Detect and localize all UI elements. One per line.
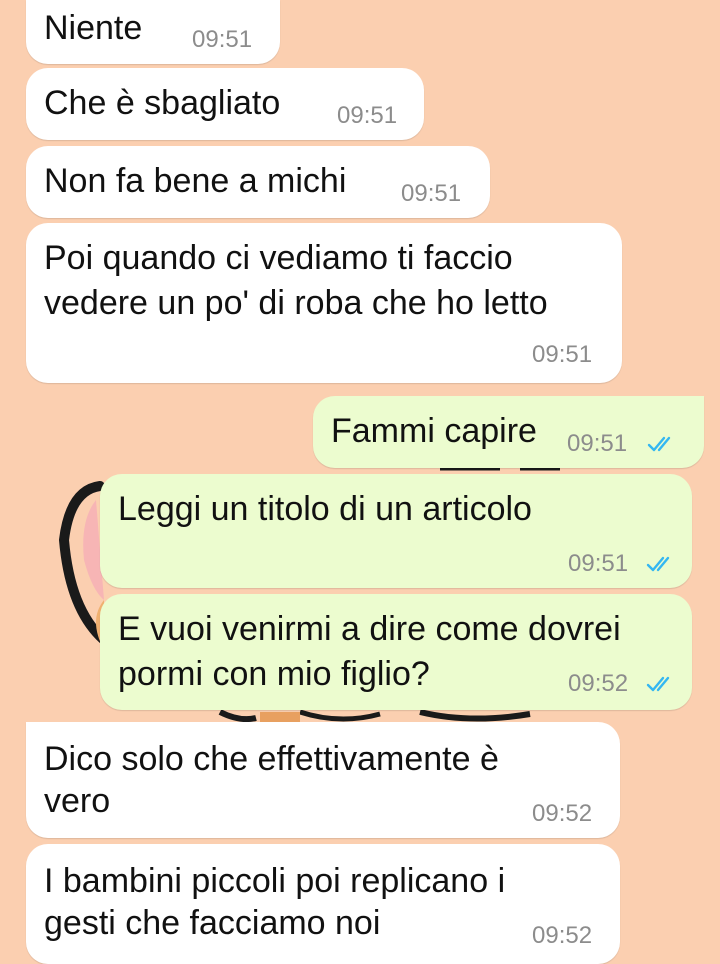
message-incoming[interactable]: Non fa bene a michi 09:51	[26, 146, 490, 218]
message-text: Dico solo che effettivamente è	[44, 740, 499, 778]
read-double-check-icon	[646, 556, 670, 572]
read-double-check-icon	[647, 436, 671, 452]
message-time: 09:52	[532, 800, 593, 827]
message-text: I bambini piccoli poi replicano i	[44, 862, 506, 900]
message-text: Che è sbagliato	[44, 84, 281, 122]
message-text: vero	[44, 782, 111, 820]
message-time: 09:52	[532, 922, 593, 949]
message-text: vedere un po' di roba che ho letto	[44, 284, 548, 322]
message-text: Fammi capire	[331, 412, 537, 450]
message-incoming[interactable]: Poi quando ci vediamo ti faccio vedere u…	[26, 223, 622, 383]
message-text: E vuoi venirmi a dire come dovrei	[118, 610, 621, 648]
message-text: Non fa bene a michi	[44, 162, 347, 200]
message-text: gesti che facciamo noi	[44, 904, 381, 942]
message-time: 09:51	[401, 180, 462, 207]
message-time: 09:51	[568, 550, 629, 577]
message-incoming[interactable]: Niente 09:51	[26, 0, 280, 64]
message-text: Niente	[44, 9, 143, 47]
message-incoming[interactable]: Dico solo che effettivamente è vero 09:5…	[26, 722, 620, 838]
message-text: Poi quando ci vediamo ti faccio	[44, 239, 513, 277]
message-outgoing[interactable]: Leggi un titolo di un articolo 09:51	[100, 474, 692, 588]
message-outgoing[interactable]: Fammi capire 09:51	[313, 396, 704, 468]
message-time: 09:51	[532, 341, 593, 368]
message-time: 09:51	[337, 102, 398, 129]
message-time: 09:51	[192, 26, 253, 53]
message-text: Leggi un titolo di un articolo	[118, 490, 532, 528]
message-outgoing[interactable]: E vuoi venirmi a dire come dovrei pormi …	[100, 594, 692, 710]
message-text: pormi con mio figlio?	[118, 655, 430, 693]
message-incoming[interactable]: Che è sbagliato 09:51	[26, 68, 424, 140]
read-double-check-icon	[646, 676, 670, 692]
message-time: 09:51	[567, 430, 628, 457]
message-incoming[interactable]: I bambini piccoli poi replicano i gesti …	[26, 844, 620, 964]
chat-area[interactable]: Niente 09:51 Che è sbagliato 09:51 Non f…	[0, 0, 720, 964]
message-time: 09:52	[568, 670, 629, 697]
